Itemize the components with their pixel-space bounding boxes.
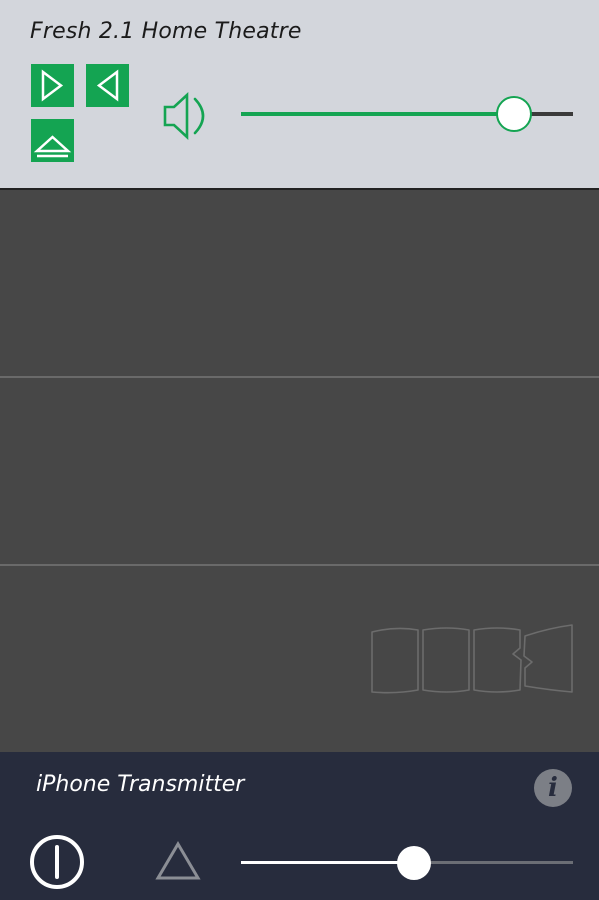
play-right-icon: [41, 69, 64, 102]
device-panel: Fresh 2.1 Home Theatre: [0, 0, 599, 190]
device-list-area: [0, 190, 599, 752]
room-logo-icon: [371, 624, 573, 694]
play-left-icon: [96, 69, 119, 102]
transmitter-volume-slider[interactable]: [241, 844, 573, 882]
app-window: Fresh 2.1 Home Theatre iPhone Transmitte…: [0, 0, 599, 900]
route-left-button[interactable]: [86, 64, 129, 107]
power-button[interactable]: [29, 834, 85, 890]
device-volume-thumb[interactable]: [496, 96, 533, 132]
route-right-button[interactable]: [31, 64, 74, 107]
transmitter-title: iPhone Transmitter: [36, 772, 245, 797]
row-divider: [0, 376, 599, 378]
power-icon: [30, 835, 84, 889]
eject-triangle-icon: [155, 841, 201, 880]
row-divider: [0, 564, 599, 566]
transmitter-volume-fill: [241, 861, 414, 864]
transmitter-panel: iPhone Transmitter i: [0, 752, 599, 900]
route-up-button[interactable]: [31, 119, 74, 162]
eject-up-icon: [33, 135, 72, 158]
device-volume-fill: [241, 112, 514, 116]
speaker-volume-icon: [161, 88, 211, 144]
transmitter-volume-thumb[interactable]: [396, 846, 431, 880]
info-button[interactable]: i: [534, 769, 572, 807]
device-title: Fresh 2.1 Home Theatre: [30, 19, 302, 44]
device-volume-slider[interactable]: [241, 96, 573, 134]
eject-button[interactable]: [154, 840, 202, 882]
